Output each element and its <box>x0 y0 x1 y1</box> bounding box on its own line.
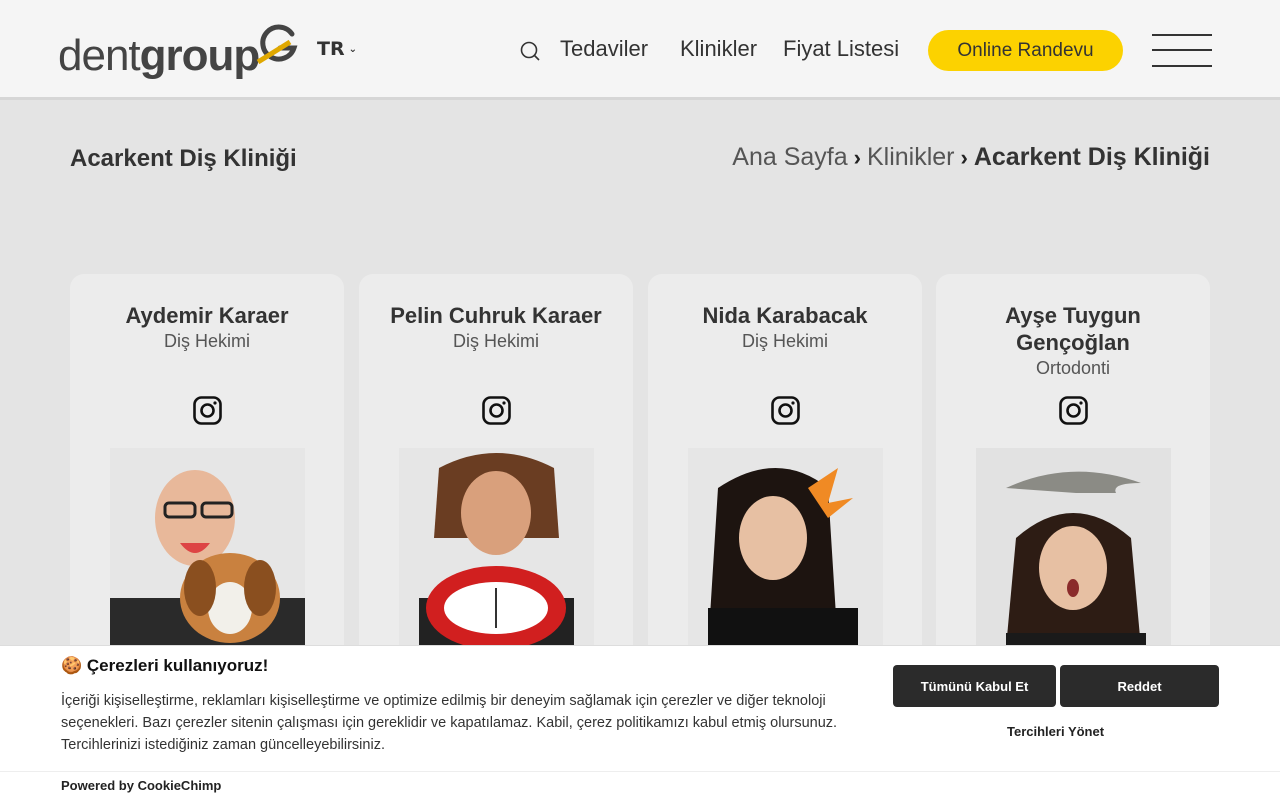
nav-item-tedaviler[interactable]: Tedaviler <box>560 36 648 62</box>
breadcrumb-section[interactable]: Klinikler <box>867 143 955 172</box>
site-header: dent group TR ⌄ Tedaviler Klinikler Fiyat… <box>0 0 1280 100</box>
doctor-role: Diş Hekimi <box>163 331 250 351</box>
hamburger-menu-icon[interactable] <box>1152 32 1214 68</box>
doctor-name: Pelin Cuhruk Karaer <box>390 303 602 328</box>
doctor-role: Diş Hekimi <box>452 331 539 351</box>
doctor-name: Aydemir Karaer <box>125 303 289 328</box>
chevron-down-icon: ⌄ <box>348 43 357 55</box>
online-appointment-button[interactable]: Online Randevu <box>928 30 1123 71</box>
dentgroup-logo[interactable]: dent group <box>58 22 300 78</box>
nav-item-fiyat-listesi[interactable]: Fiyat Listesi <box>783 36 899 62</box>
reject-cookies-button[interactable]: Reddet <box>1060 665 1219 707</box>
doctor-photo <box>976 448 1171 648</box>
cookie-banner: 🍪 Çerezleri kullanıyoruz! İçeriği kişise… <box>0 645 1280 800</box>
chevron-right-icon: › <box>853 144 861 170</box>
language-selector[interactable]: TR ⌄ <box>317 38 357 60</box>
chevron-right-icon: › <box>960 144 968 170</box>
cookie-title: 🍪 Çerezleri kullanıyoruz! <box>61 656 269 675</box>
powered-by: Powered by CookieChimp <box>61 778 221 793</box>
instagram-icon[interactable] <box>482 396 511 425</box>
search-icon[interactable] <box>519 40 541 62</box>
accept-all-cookies-button[interactable]: Tümünü Kabul Et <box>893 665 1056 707</box>
instagram-icon[interactable] <box>1059 396 1088 425</box>
doctor-card: Pelin Cuhruk Karaer Diş Hekimi <box>359 274 633 674</box>
logo-g-mark-icon <box>256 24 298 65</box>
logo-text-bold: group <box>139 31 261 80</box>
doctor-role: Ortodonti <box>1035 358 1111 378</box>
doctor-card: Nida Karabacak Diş Hekimi <box>648 274 922 674</box>
manage-preferences-link[interactable]: Tercihleri Yönet <box>1007 724 1104 739</box>
language-label: TR <box>317 38 345 60</box>
divider <box>0 771 1280 772</box>
doctor-card: Ayşe Tuygun Gençoğlan Ortodonti <box>936 274 1210 674</box>
doctor-photo <box>110 448 305 648</box>
breadcrumb-current: Acarkent Diş Kliniği <box>973 143 1210 171</box>
nav-item-klinikler[interactable]: Klinikler <box>680 36 757 62</box>
doctor-photo <box>688 448 883 648</box>
powered-by-prefix: Powered by <box>61 778 134 793</box>
cookiechimp-link[interactable]: CookieChimp <box>138 778 222 793</box>
instagram-icon[interactable] <box>193 396 222 425</box>
doctor-role: Diş Hekimi <box>741 331 828 351</box>
logo-text-light: dent <box>58 31 141 80</box>
doctor-photo <box>399 448 594 648</box>
doctor-name: Nida Karabacak <box>702 303 868 328</box>
instagram-icon[interactable] <box>771 396 800 425</box>
doctor-card: Aydemir Karaer Diş Hekimi <box>70 274 344 674</box>
breadcrumb-home[interactable]: Ana Sayfa <box>732 143 847 172</box>
page-title: Acarkent Diş Kliniği <box>70 145 297 172</box>
cookie-text: İçeriği kişiselleştirme, reklamları kişi… <box>61 693 838 753</box>
breadcrumb: Ana Sayfa › Klinikler › Acarkent Diş Kli… <box>732 143 1210 172</box>
doctor-name: Ayşe Tuygun Gençoğlan <box>1005 303 1141 355</box>
